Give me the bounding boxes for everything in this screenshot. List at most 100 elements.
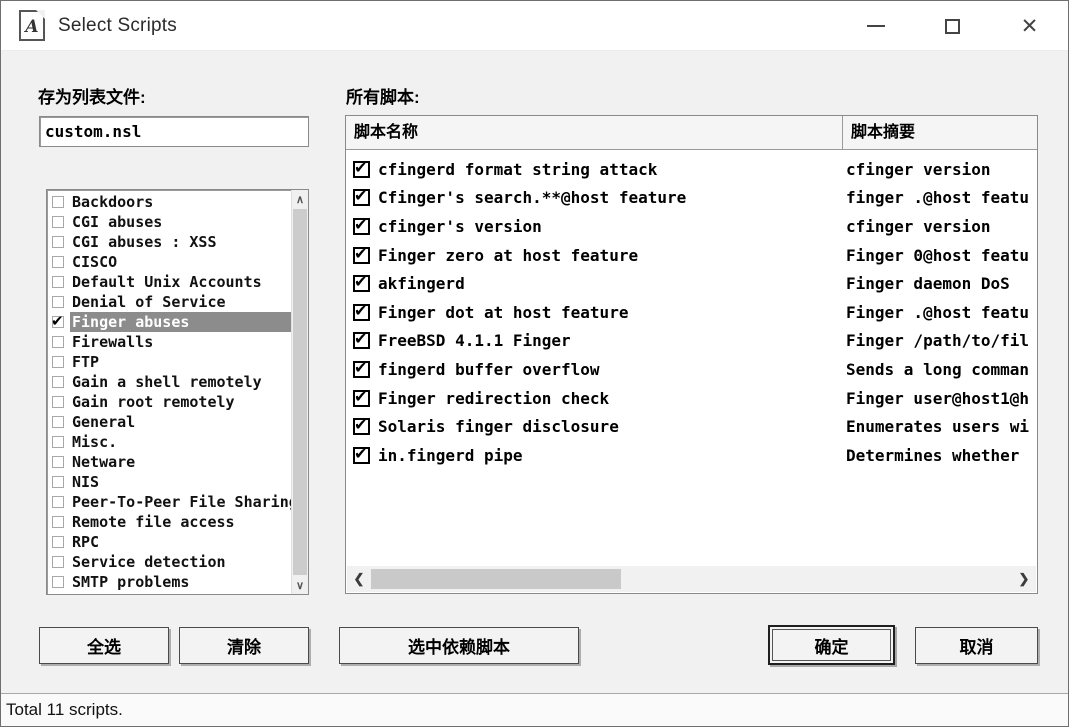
script-row[interactable]: ✔ in.fingerd pipe Determines whether bbox=[346, 441, 1037, 470]
script-row[interactable]: ✔ Finger dot at host feature Finger .@ho… bbox=[346, 298, 1037, 327]
category-label: Default Unix Accounts bbox=[70, 272, 291, 292]
script-name: fingerd buffer overflow bbox=[378, 360, 600, 379]
category-list-item[interactable]: ✔ SMTP problems bbox=[47, 572, 291, 592]
category-checkbox[interactable]: ✔ bbox=[52, 456, 64, 468]
script-name-cell: ✔ Finger redirection check bbox=[346, 389, 843, 408]
category-list-item[interactable]: ✔ CISCO bbox=[47, 252, 291, 272]
scroll-up-icon[interactable]: ∧ bbox=[292, 190, 308, 208]
category-checkbox[interactable]: ✔ bbox=[52, 516, 64, 528]
script-row[interactable]: ✔ cfingerd format string attack cfinger … bbox=[346, 155, 1037, 184]
category-list-item[interactable]: ✔ CGI abuses bbox=[47, 212, 291, 232]
scrollbar-thumb[interactable] bbox=[293, 209, 307, 575]
category-list-item[interactable]: ✔ Gain a shell remotely bbox=[47, 372, 291, 392]
category-checkbox[interactable]: ✔ bbox=[52, 416, 64, 428]
category-list-item[interactable]: ✔ Netware bbox=[47, 452, 291, 472]
script-row[interactable]: ✔ cfinger's version cfinger version bbox=[346, 212, 1037, 241]
category-checkbox[interactable]: ✔ bbox=[52, 376, 64, 388]
category-checkbox[interactable]: ✔ bbox=[52, 276, 64, 288]
script-checkbox[interactable]: ✔ bbox=[353, 189, 370, 206]
maximize-button[interactable] bbox=[914, 1, 991, 51]
category-checkbox[interactable]: ✔ bbox=[52, 336, 64, 348]
category-list-item[interactable]: ✔ RPC bbox=[47, 532, 291, 552]
category-list-item[interactable]: ✔ Gain root remotely bbox=[47, 392, 291, 412]
clear-button[interactable]: 清除 bbox=[179, 627, 309, 664]
select-all-button[interactable]: 全选 bbox=[39, 627, 169, 664]
category-label: RPC bbox=[70, 532, 291, 552]
scroll-left-icon[interactable]: ❮ bbox=[347, 566, 371, 592]
category-checkbox[interactable]: ✔ bbox=[52, 576, 64, 588]
category-label: General bbox=[70, 412, 291, 432]
category-list-item[interactable]: ✔ Remote file access bbox=[47, 512, 291, 532]
category-checkbox[interactable]: ✔ bbox=[52, 256, 64, 268]
category-checkbox[interactable]: ✔ bbox=[52, 236, 64, 248]
category-list-item[interactable]: ✔ Misc. bbox=[47, 432, 291, 452]
category-checkbox[interactable]: ✔ bbox=[52, 536, 64, 548]
column-header-script-name[interactable]: 脚本名称 bbox=[346, 116, 843, 149]
minimize-button[interactable] bbox=[837, 1, 914, 51]
category-checkbox[interactable]: ✔ bbox=[52, 216, 64, 228]
scroll-down-icon[interactable]: ∨ bbox=[292, 576, 308, 594]
script-row[interactable]: ✔ FreeBSD 4.1.1 Finger Finger /path/to/f… bbox=[346, 327, 1037, 356]
script-checkbox[interactable]: ✔ bbox=[353, 161, 370, 178]
script-name: FreeBSD 4.1.1 Finger bbox=[378, 331, 571, 350]
script-checkbox[interactable]: ✔ bbox=[353, 418, 370, 435]
script-checkbox[interactable]: ✔ bbox=[353, 332, 370, 349]
category-list-item[interactable]: ✔ Finger abuses bbox=[47, 312, 291, 332]
script-row[interactable]: ✔ akfingerd Finger daemon DoS bbox=[346, 269, 1037, 298]
script-name: Solaris finger disclosure bbox=[378, 417, 619, 436]
category-label: Netware bbox=[70, 452, 291, 472]
category-list-item[interactable]: ✔ General bbox=[47, 412, 291, 432]
script-name-cell: ✔ in.fingerd pipe bbox=[346, 446, 843, 465]
script-row[interactable]: ✔ Finger redirection check Finger user@h… bbox=[346, 384, 1037, 413]
script-checkbox[interactable]: ✔ bbox=[353, 218, 370, 235]
script-checkbox[interactable]: ✔ bbox=[353, 361, 370, 378]
cancel-button[interactable]: 取消 bbox=[915, 627, 1038, 664]
category-checkbox[interactable]: ✔ bbox=[52, 556, 64, 568]
script-row[interactable]: ✔ Finger zero at host feature Finger 0@h… bbox=[346, 241, 1037, 270]
category-list-item[interactable]: ✔ Firewalls bbox=[47, 332, 291, 352]
filename-input[interactable] bbox=[39, 116, 309, 147]
category-label: Peer-To-Peer File Sharing bbox=[70, 492, 291, 512]
category-list-item[interactable]: ✔ NIS bbox=[47, 472, 291, 492]
app-icon-fold bbox=[36, 10, 45, 19]
script-checkbox[interactable]: ✔ bbox=[353, 247, 370, 264]
script-checkbox[interactable]: ✔ bbox=[353, 390, 370, 407]
close-icon: ✕ bbox=[1021, 16, 1039, 37]
table-horizontal-scrollbar[interactable]: ❮ ❯ bbox=[347, 566, 1036, 592]
script-row[interactable]: ✔ fingerd buffer overflow Sends a long c… bbox=[346, 355, 1037, 384]
category-checkbox[interactable]: ✔ bbox=[52, 396, 64, 408]
category-checkbox[interactable]: ✔ bbox=[52, 196, 64, 208]
select-dependencies-button[interactable]: 选中依赖脚本 bbox=[339, 627, 579, 664]
category-list-item[interactable]: ✔ Backdoors bbox=[47, 192, 291, 212]
category-checkbox[interactable]: ✔ bbox=[52, 296, 64, 308]
category-list-item[interactable]: ✔ Service detection bbox=[47, 552, 291, 572]
script-row[interactable]: ✔ Cfinger's search.**@host feature finge… bbox=[346, 184, 1037, 213]
category-scrollbar[interactable]: ∧ ∨ bbox=[291, 190, 308, 594]
category-list-item[interactable]: ✔ FTP bbox=[47, 352, 291, 372]
category-list-item[interactable]: ✔ Default Unix Accounts bbox=[47, 272, 291, 292]
close-button[interactable]: ✕ bbox=[991, 1, 1068, 51]
category-list-item[interactable]: ✔ Denial of Service bbox=[47, 292, 291, 312]
all-scripts-label: 所有脚本: bbox=[346, 83, 420, 108]
category-checkbox[interactable]: ✔ bbox=[52, 356, 64, 368]
category-checkbox[interactable]: ✔ bbox=[52, 476, 64, 488]
category-list-item[interactable]: ✔ Peer-To-Peer File Sharing bbox=[47, 492, 291, 512]
category-list: ✔ Backdoors ✔ CGI abuses ✔ CGI abuses : … bbox=[47, 192, 291, 594]
category-list-item[interactable]: ✔ CGI abuses : XSS bbox=[47, 232, 291, 252]
script-summary: Determines whether bbox=[843, 446, 1037, 465]
ok-button[interactable]: 确定 bbox=[768, 625, 895, 665]
category-listbox[interactable]: ✔ Backdoors ✔ CGI abuses ✔ CGI abuses : … bbox=[46, 189, 309, 595]
script-checkbox[interactable]: ✔ bbox=[353, 275, 370, 292]
category-checkbox[interactable]: ✔ bbox=[52, 496, 64, 508]
scrollbar-thumb[interactable] bbox=[371, 569, 621, 589]
script-summary: Finger 0@host featu bbox=[843, 246, 1037, 265]
script-checkbox[interactable]: ✔ bbox=[353, 304, 370, 321]
scroll-right-icon[interactable]: ❯ bbox=[1012, 566, 1036, 592]
column-header-script-summary[interactable]: 脚本摘要 bbox=[843, 116, 1037, 149]
check-icon: ✔ bbox=[354, 217, 367, 234]
category-label: FTP bbox=[70, 352, 291, 372]
script-row[interactable]: ✔ Solaris finger disclosure Enumerates u… bbox=[346, 412, 1037, 441]
script-checkbox[interactable]: ✔ bbox=[353, 447, 370, 464]
category-checkbox[interactable]: ✔ bbox=[52, 316, 64, 328]
category-checkbox[interactable]: ✔ bbox=[52, 436, 64, 448]
